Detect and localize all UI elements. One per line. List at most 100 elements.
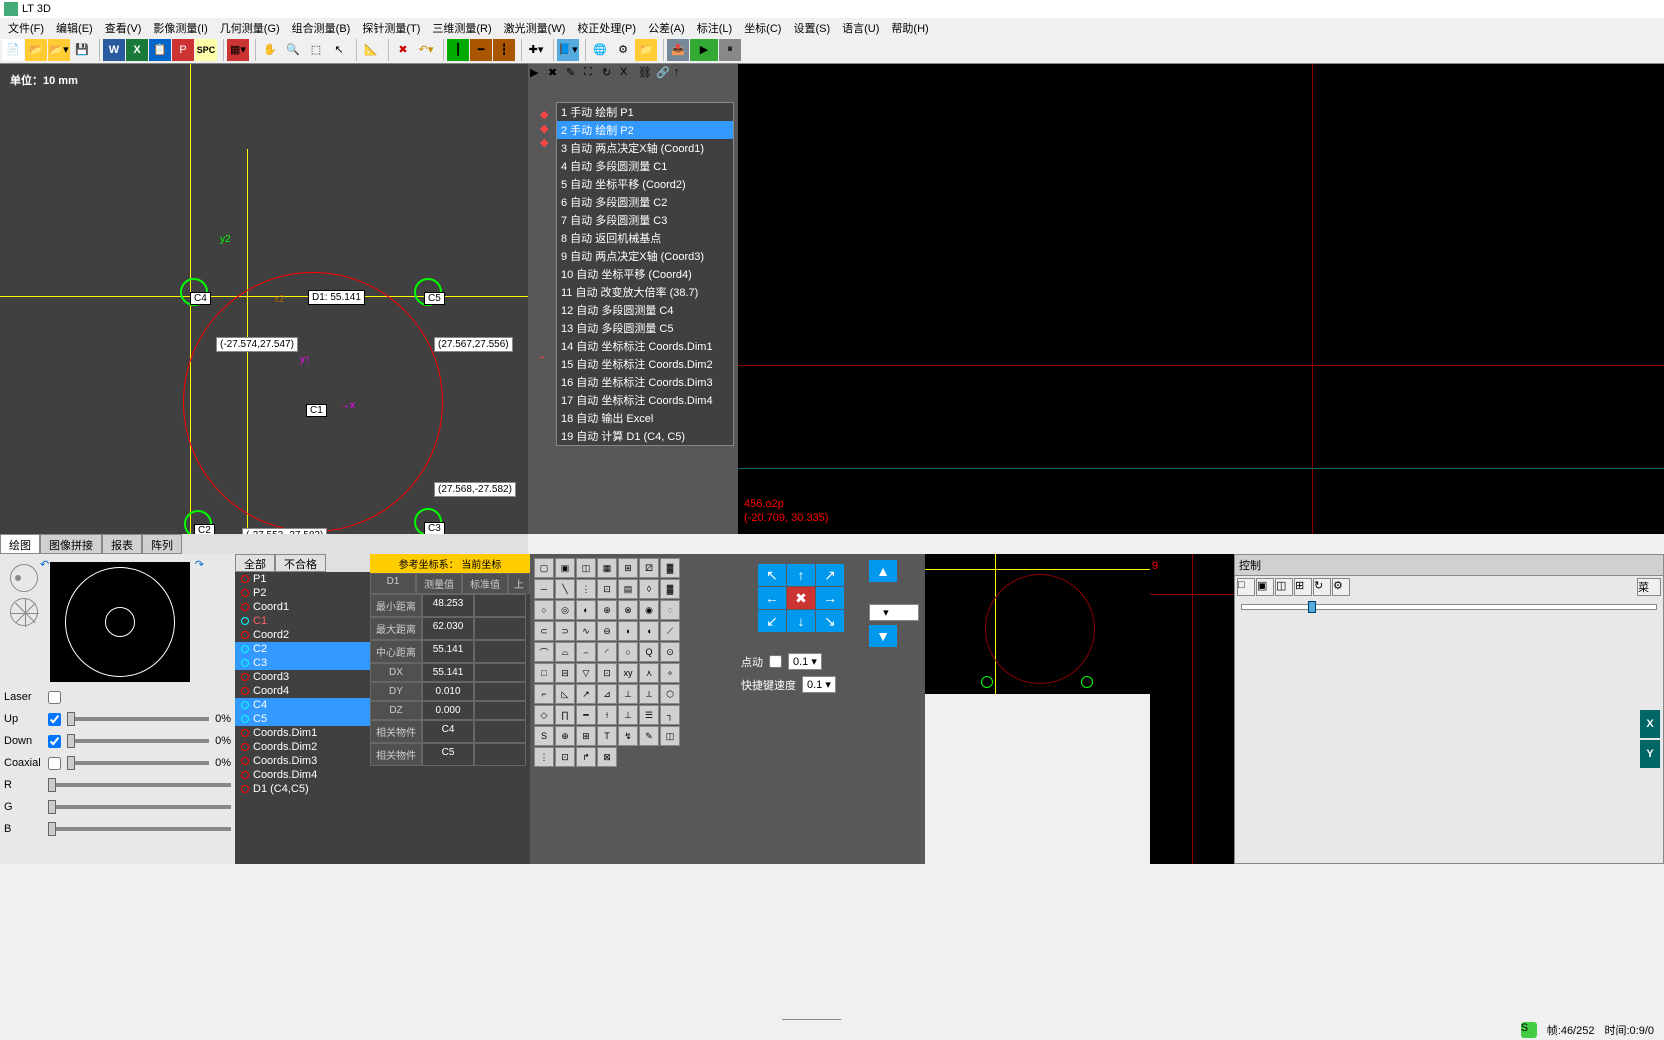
script-row-9[interactable]: 9 自动 两点决定X轴 (Coord3) bbox=[557, 247, 733, 265]
out-icon[interactable]: 📤 bbox=[667, 39, 689, 61]
palette-tool-16[interactable]: ◐ bbox=[576, 600, 596, 620]
down-slider[interactable] bbox=[67, 739, 209, 743]
palette-tool-35[interactable]: □ bbox=[534, 663, 554, 683]
save-icon[interactable]: 💾 bbox=[71, 39, 93, 61]
palette-tool-40[interactable]: ⋏ bbox=[639, 663, 659, 683]
palette-tool-36[interactable]: ⊟ bbox=[555, 663, 575, 683]
tree-item-p2[interactable]: P2 bbox=[235, 586, 370, 600]
palette-tool-10[interactable]: ⊡ bbox=[597, 579, 617, 599]
palette-tool-61[interactable]: ✎ bbox=[639, 726, 659, 746]
script-row-19[interactable]: 19 自动 计算 D1 (C4, C5) bbox=[557, 427, 733, 445]
menu-calibration[interactable]: 校正处理(P) bbox=[571, 18, 642, 36]
undo-icon[interactable]: ↶▾ bbox=[415, 39, 437, 61]
palette-tool-58[interactable]: ⊞ bbox=[576, 726, 596, 746]
select-icon[interactable]: ⬚ bbox=[305, 39, 327, 61]
camera-viewport[interactable]: 456.o2p (-20.709, 30.335) bbox=[738, 64, 1664, 534]
script-expand-icon[interactable]: ⛶ bbox=[584, 66, 600, 82]
report-icon[interactable]: 📋 bbox=[149, 39, 171, 61]
axis2-icon[interactable]: ━ bbox=[470, 39, 492, 61]
palette-tool-66[interactable]: ⊠ bbox=[597, 747, 617, 767]
palette-tool-44[interactable]: ↗ bbox=[576, 684, 596, 704]
script-row-12[interactable]: 12 自动 多段圆测量 C4 bbox=[557, 301, 733, 319]
script-del-icon[interactable]: ✖ bbox=[548, 66, 564, 82]
grid-row-5[interactable]: DZ0.000 bbox=[370, 701, 530, 720]
ctrl-btn-5[interactable]: ↻ bbox=[1313, 578, 1331, 596]
up-slider[interactable] bbox=[67, 717, 209, 721]
palette-tool-64[interactable]: ⊡ bbox=[555, 747, 575, 767]
palette-tool-57[interactable]: ⊕ bbox=[555, 726, 575, 746]
palette-tool-24[interactable]: ⊖ bbox=[597, 621, 617, 641]
up-checkbox[interactable] bbox=[48, 713, 61, 726]
gear-icon[interactable]: ⚙ bbox=[612, 39, 634, 61]
nav-center-icon[interactable]: ✖ bbox=[787, 587, 815, 609]
tree-item-coordsdim4[interactable]: Coords.Dim4 bbox=[235, 768, 370, 782]
script-excel-icon[interactable]: X bbox=[620, 66, 636, 82]
nav-w-icon[interactable]: ← bbox=[758, 587, 786, 609]
tree-item-d1c4c5[interactable]: D1 (C4,C5) bbox=[235, 782, 370, 796]
tab-report[interactable]: 报表 bbox=[102, 534, 142, 554]
palette-tool-59[interactable]: T bbox=[597, 726, 617, 746]
menu-3d-measure[interactable]: 三维测量(R) bbox=[426, 18, 497, 36]
open-icon[interactable]: 📂 bbox=[25, 39, 47, 61]
globe-icon[interactable]: 🌐 bbox=[589, 39, 611, 61]
script-row-17[interactable]: 17 自动 坐标标注 Coords.Dim4 bbox=[557, 391, 733, 409]
arrow-icon[interactable]: ↖ bbox=[328, 39, 350, 61]
word-icon[interactable]: W bbox=[103, 39, 125, 61]
grid-row-4[interactable]: DY0.010 bbox=[370, 682, 530, 701]
b-slider[interactable] bbox=[48, 827, 231, 831]
palette-tool-0[interactable]: ▢ bbox=[534, 558, 554, 578]
palette-tool-6[interactable]: ▓ bbox=[660, 558, 680, 578]
script-row-3[interactable]: 3 自动 两点决定X轴 (Coord1) bbox=[557, 139, 733, 157]
ctrl-btn-4[interactable]: ⊞ bbox=[1294, 578, 1312, 596]
tab-drawing[interactable]: 绘图 bbox=[0, 534, 40, 554]
grid-row-1[interactable]: 最大距离62.030 bbox=[370, 617, 530, 640]
nav-step-dropdown[interactable]: ▾ bbox=[869, 604, 919, 621]
palette-tool-8[interactable]: ╲ bbox=[555, 579, 575, 599]
palette-tool-47[interactable]: ⟂ bbox=[639, 684, 659, 704]
tree-tab-all[interactable]: 全部 bbox=[235, 554, 275, 572]
grid-row-0[interactable]: 最小距离48.253 bbox=[370, 594, 530, 617]
menu-combined-measure[interactable]: 组合测量(B) bbox=[286, 18, 357, 36]
palette-tool-54[interactable]: ☰ bbox=[639, 705, 659, 725]
menu-probe-measure[interactable]: 探针测量(T) bbox=[356, 18, 426, 36]
palette-tool-19[interactable]: ◉ bbox=[639, 600, 659, 620]
nav-nw-icon[interactable]: ↖ bbox=[758, 564, 786, 586]
palette-tool-38[interactable]: ⊡ bbox=[597, 663, 617, 683]
palette-tool-41[interactable]: ⚬ bbox=[660, 663, 680, 683]
menu-file[interactable]: 文件(F) bbox=[2, 18, 50, 36]
g-slider[interactable] bbox=[48, 805, 231, 809]
tree-item-c1[interactable]: C1 bbox=[235, 614, 370, 628]
palette-tool-21[interactable]: ⊂ bbox=[534, 621, 554, 641]
palette-tool-42[interactable]: ⌐ bbox=[534, 684, 554, 704]
rotate-left-icon[interactable]: ↶ bbox=[40, 558, 49, 571]
palette-tool-25[interactable]: ◗ bbox=[618, 621, 638, 641]
script-row-2[interactable]: 2 手动 绘制 P2 bbox=[557, 121, 733, 139]
palette-tool-15[interactable]: ◎ bbox=[555, 600, 575, 620]
tree-item-c5[interactable]: C5 bbox=[235, 712, 370, 726]
grid-row-2[interactable]: 中心距离55.141 bbox=[370, 640, 530, 663]
x-axis-button[interactable]: X bbox=[1640, 710, 1660, 738]
palette-tool-63[interactable]: ⋮ bbox=[534, 747, 554, 767]
palette-tool-14[interactable]: ○ bbox=[534, 600, 554, 620]
menu-help[interactable]: 帮助(H) bbox=[885, 18, 934, 36]
palette-tool-53[interactable]: ⊥ bbox=[618, 705, 638, 725]
palette-tool-46[interactable]: ⊥ bbox=[618, 684, 638, 704]
pdf-icon[interactable]: P bbox=[172, 39, 194, 61]
new-icon[interactable]: 📄 bbox=[2, 39, 24, 61]
folder-icon[interactable]: 📁 bbox=[635, 39, 657, 61]
tree-item-c2[interactable]: C2 bbox=[235, 642, 370, 656]
script-row-18[interactable]: 18 自动 输出 Excel bbox=[557, 409, 733, 427]
grid-row-7[interactable]: 相关物件C5 bbox=[370, 743, 530, 766]
ctrl-btn-1[interactable]: □ bbox=[1237, 578, 1255, 596]
palette-tool-11[interactable]: ▤ bbox=[618, 579, 638, 599]
palette-tool-50[interactable]: ∏ bbox=[555, 705, 575, 725]
cross-icon[interactable]: ✚▾ bbox=[525, 39, 547, 61]
palette-tool-9[interactable]: ⋮ bbox=[576, 579, 596, 599]
palette-tool-30[interactable]: ⌢ bbox=[576, 642, 596, 662]
excel-icon[interactable]: X bbox=[126, 39, 148, 61]
script-loop-icon[interactable]: ↻ bbox=[602, 66, 618, 82]
palette-tool-3[interactable]: ▦ bbox=[597, 558, 617, 578]
axis1-icon[interactable]: ┃ bbox=[447, 39, 469, 61]
palette-tool-32[interactable]: ○ bbox=[618, 642, 638, 662]
palette-tool-20[interactable]: ◌ bbox=[660, 600, 680, 620]
